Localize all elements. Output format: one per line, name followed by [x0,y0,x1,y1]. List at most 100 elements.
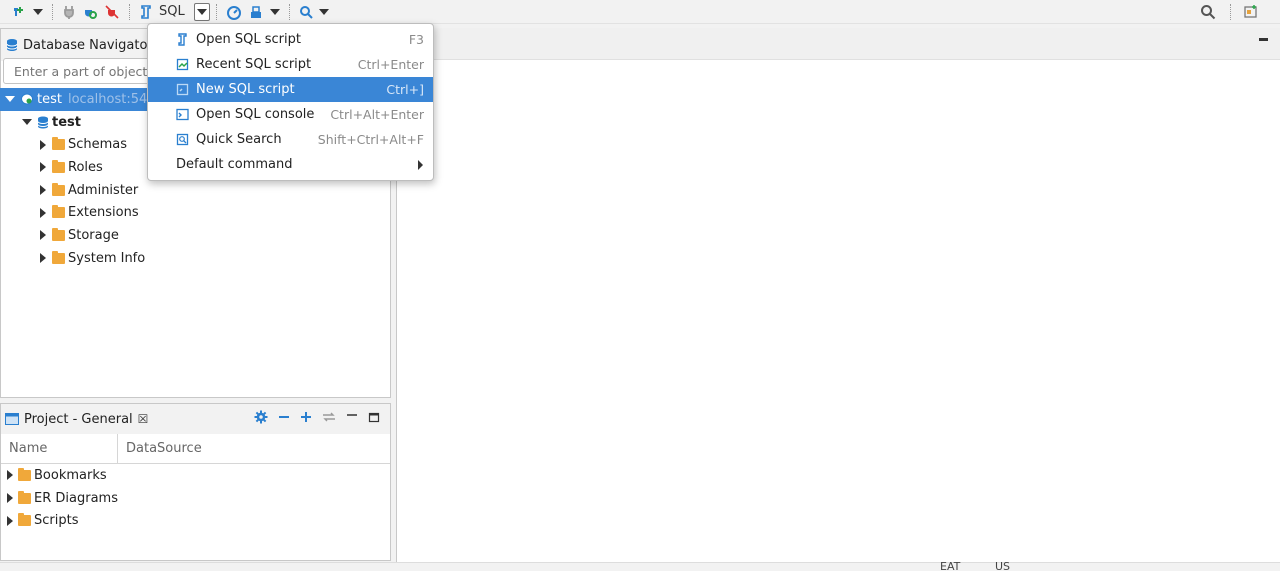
plug-disconnect-icon [105,4,119,19]
menu-item-quick-search[interactable]: Quick Search Shift+Ctrl+Alt+F [148,127,433,152]
expand-arrow-icon[interactable] [40,230,46,241]
toolbar-separator [288,3,290,20]
minimize-editor-icon[interactable] [1259,38,1268,41]
open-perspective-button[interactable] [1240,2,1262,22]
tree-item-label: System Info [68,250,146,266]
expand-arrow-icon[interactable] [40,207,46,218]
database-icon [37,116,49,129]
expand-arrow-icon[interactable] [40,162,46,173]
tree-connection-test[interactable]: test localhost:54 [0,88,148,111]
collapse-all-icon[interactable] [278,411,290,423]
link-editor-icon[interactable] [322,411,336,423]
connection-label: test [37,91,62,107]
menu-item-open-sql-script[interactable]: Open SQL script F3 [148,27,433,52]
menu-item-shortcut: Ctrl+] [386,82,424,97]
project-item-scripts[interactable]: Scripts [1,509,390,532]
tree-item-label: Extensions [68,205,139,221]
close-tab-icon[interactable]: ☒ [138,412,149,426]
column-datasource-header[interactable]: DataSource [118,441,202,456]
chevron-down-icon [33,8,43,15]
project-item-label: Bookmarks [34,467,107,483]
database-tool-icon [250,5,261,18]
system-info-folder-icon [52,250,65,264]
sql-editor-button[interactable]: SQL [136,2,188,22]
menu-item-shortcut: Ctrl+Alt+Enter [330,107,424,122]
toolbar-separator [215,3,217,20]
search-tool-button[interactable] [296,2,316,22]
tree-item-system-info[interactable]: System Info [0,247,389,270]
navigator-title: Database Navigator [23,37,153,53]
administer-folder-icon [52,182,65,196]
project-tab-title[interactable]: Project - General [24,412,133,427]
postgres-connection-icon [21,93,33,105]
quick-search-icon [176,133,189,146]
project-icon [5,413,19,425]
search-dropdown[interactable] [316,2,332,22]
sql-dropdown-menu: Open SQL script F3 Recent SQL script Ctr… [147,23,434,181]
menu-item-open-sql-console[interactable]: Open SQL console Ctrl+Alt+Enter [148,102,433,127]
tree-item-label: Storage [68,227,119,243]
tree-item-label: Administer [68,182,139,198]
transaction-button[interactable] [245,2,267,22]
menu-item-new-sql-script[interactable]: New SQL script Ctrl+] [148,77,433,102]
project-item-er-diagrams[interactable]: ER Diagrams [1,487,390,510]
column-name-header[interactable]: Name [1,434,118,463]
database-navigator-icon [6,39,18,51]
menu-item-default-command[interactable]: Default command [148,152,433,177]
tree-item-storage[interactable]: Storage [0,224,389,247]
chevron-down-icon [196,8,207,15]
menu-item-shortcut: Shift+Ctrl+Alt+F [317,132,424,147]
collapse-arrow-icon[interactable] [5,96,15,103]
new-script-icon [176,83,189,96]
maximize-icon[interactable] [368,411,380,423]
project-item-label: ER Diagrams [34,490,118,506]
expand-arrow-icon[interactable] [40,139,46,150]
menu-item-label: Recent SQL script [196,57,312,72]
project-panel: Project - General ☒ Name DataSource Book… [0,403,391,561]
expand-arrow-icon[interactable] [40,253,46,264]
menu-item-label: Default command [176,157,293,172]
status-bar: EAT US [0,560,1280,571]
gear-icon[interactable] [254,410,268,424]
dashboard-button[interactable] [223,2,245,22]
menu-item-recent-sql-script[interactable]: Recent SQL script Ctrl+Enter [148,52,433,77]
connection-host: localhost:54 [67,91,148,107]
sql-script-icon [178,33,187,46]
expand-all-icon[interactable] [300,411,312,423]
disconnect-button[interactable] [101,2,123,22]
scripts-folder-icon [18,513,31,527]
tree-item-extensions[interactable]: Extensions [0,201,389,224]
tree-item-administer[interactable]: Administer [0,179,389,202]
project-toolbar [254,410,380,424]
minimize-icon[interactable] [346,411,358,423]
expand-arrow-icon[interactable] [7,515,13,526]
new-connection-button[interactable] [8,2,30,22]
new-connection-dropdown[interactable] [30,2,46,22]
reconnect-button[interactable] [79,2,101,22]
sql-dropdown-button[interactable] [193,2,210,21]
database-label: test [52,114,81,130]
recent-script-icon [176,58,189,71]
connect-button[interactable] [59,2,79,22]
project-item-bookmarks[interactable]: Bookmarks [1,464,390,487]
menu-item-label: New SQL script [196,82,295,97]
expand-arrow-icon[interactable] [7,493,13,504]
collapse-arrow-icon[interactable] [22,119,32,126]
er-diagrams-folder-icon [18,490,31,504]
global-search-button[interactable] [1197,2,1219,22]
storage-folder-icon [52,227,65,241]
chevron-down-icon [318,8,329,15]
tree-item-label: Roles [68,159,103,175]
sql-button-label: SQL [159,4,185,19]
menu-item-label: Quick Search [196,132,282,147]
roles-folder-icon [52,159,65,173]
plug-refresh-icon [85,9,97,19]
expand-arrow-icon[interactable] [40,185,46,196]
chevron-down-icon [269,8,280,15]
expand-arrow-icon[interactable] [7,470,13,481]
menu-item-label: Open SQL console [196,107,315,122]
menu-item-shortcut: F3 [408,32,424,47]
transaction-dropdown[interactable] [267,2,283,22]
perspective-icon [1244,4,1257,18]
editor-area [396,28,1280,562]
